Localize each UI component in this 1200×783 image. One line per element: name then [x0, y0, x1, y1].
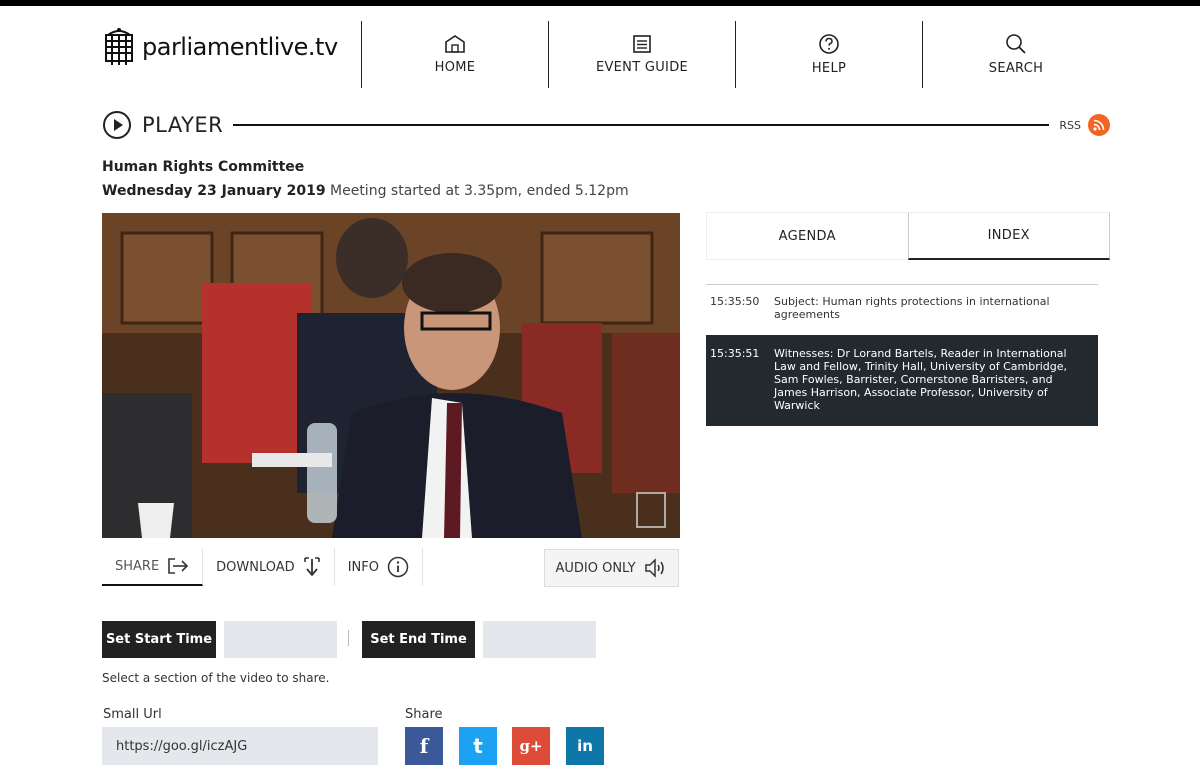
linkedin-share-button[interactable]: in [566, 727, 604, 765]
player-heading: PLAYER RSS [102, 109, 1110, 141]
info-icon [387, 556, 409, 578]
index-entry-text: Witnesses: Dr Lorand Bartels, Reader in … [774, 347, 1068, 412]
main-nav: HOME EVENT GUIDE HELP SEARCH [361, 21, 1109, 88]
nav-event-guide-label: EVENT GUIDE [595, 60, 689, 75]
tab-index[interactable]: INDEX [907, 212, 1110, 260]
index-entry[interactable]: 15:35:50 Subject: Human rights protectio… [706, 285, 1098, 331]
download-icon [303, 557, 320, 577]
video-tabs: SHARE DOWNLOAD INFO [102, 548, 423, 586]
start-time-field[interactable] [224, 621, 337, 658]
rss-icon [1093, 119, 1105, 131]
share-tab-label: SHARE [115, 558, 160, 574]
small-url-label: Small Url [103, 707, 162, 722]
help-icon [819, 34, 839, 54]
small-url-field[interactable]: https://goo.gl/iczAJG [102, 727, 378, 765]
index-entry-selected[interactable]: 15:35:51 Witnesses: Dr Lorand Bartels, R… [706, 335, 1098, 426]
nav-home[interactable]: HOME [361, 21, 548, 88]
meeting-times: Meeting started at 3.35pm, ended 5.12pm [330, 183, 629, 199]
audio-speaker-icon [644, 558, 664, 578]
nav-search-label: SEARCH [988, 61, 1044, 76]
download-tab-label: DOWNLOAD [216, 559, 295, 575]
info-tab[interactable]: INFO [335, 548, 423, 586]
share-tab[interactable]: SHARE [102, 548, 204, 586]
index-entry-text: Subject: Human rights protections in int… [774, 295, 1050, 321]
audio-only-button[interactable]: AUDIO ONLY [544, 549, 679, 587]
nav-home-label: HOME [434, 60, 476, 75]
home-icon [445, 35, 465, 53]
facebook-share-button[interactable]: f [405, 727, 443, 765]
video-player[interactable] [102, 213, 680, 538]
portcullis-logo-icon [105, 28, 133, 65]
meeting-date: Wednesday 23 January 2019 [102, 183, 326, 199]
nav-search[interactable]: SEARCH [922, 21, 1109, 88]
nav-help[interactable]: HELP [735, 21, 922, 88]
nav-event-guide[interactable]: EVENT GUIDE [548, 21, 735, 88]
top-black-bar [0, 0, 1200, 6]
site-name: parliamentlive.tv [142, 33, 338, 61]
set-end-time-button[interactable]: Set End Time [362, 621, 475, 658]
rss-label: RSS [1059, 118, 1081, 132]
nav-help-label: HELP [811, 61, 847, 76]
player-title: PLAYER [142, 113, 224, 137]
tab-agenda[interactable]: AGENDA [706, 212, 908, 260]
googleplus-share-button[interactable]: g+ [512, 727, 550, 765]
share-hint: Select a section of the video to share. [102, 671, 330, 685]
time-separator [348, 630, 349, 646]
rss-button[interactable] [1088, 114, 1110, 136]
index-entry-time: 15:35:51 [710, 347, 760, 360]
download-tab[interactable]: DOWNLOAD [203, 548, 335, 586]
play-circle-icon [103, 111, 131, 139]
heading-divider [233, 124, 1050, 126]
meeting-date-line: Wednesday 23 January 2019 Meeting starte… [102, 183, 629, 199]
agenda-index-tabs: AGENDA INDEX [706, 212, 1110, 260]
committee-title: Human Rights Committee [102, 159, 305, 175]
video-frame-image [102, 213, 680, 538]
index-entry-time: 15:35:50 [710, 295, 760, 308]
share-label: Share [405, 707, 443, 722]
search-icon [1006, 34, 1026, 54]
end-time-field[interactable] [483, 621, 596, 658]
event-guide-icon [633, 35, 651, 53]
share-arrow-icon [168, 558, 189, 574]
set-start-time-button[interactable]: Set Start Time [102, 621, 216, 658]
info-tab-label: INFO [347, 559, 379, 575]
twitter-share-button[interactable]: t [459, 727, 497, 765]
audio-only-label: AUDIO ONLY [555, 560, 636, 576]
site-logo[interactable]: parliamentlive.tv [102, 27, 338, 67]
